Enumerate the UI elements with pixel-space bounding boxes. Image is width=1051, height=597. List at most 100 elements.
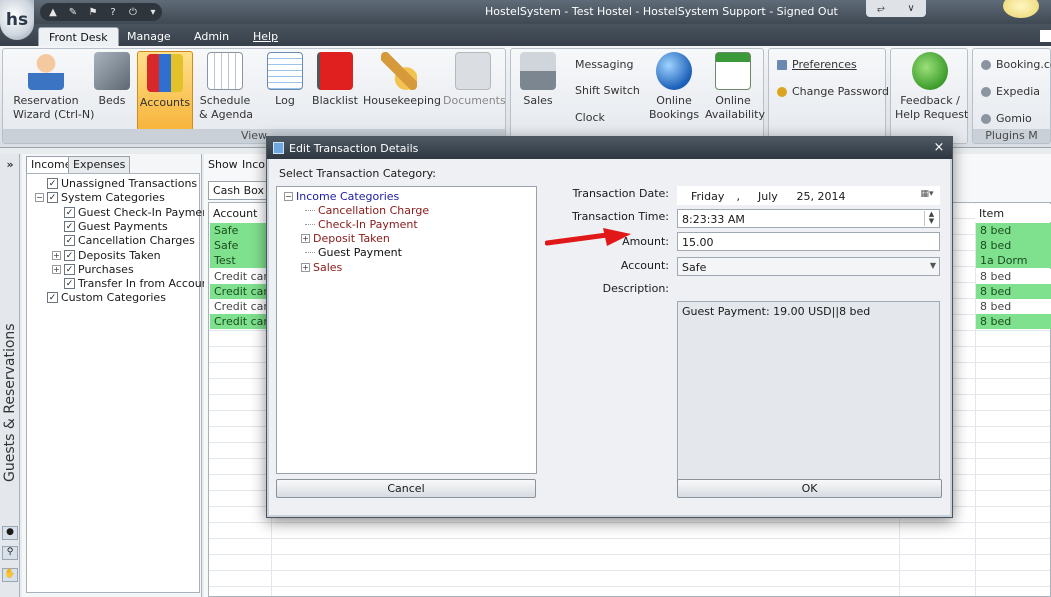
shift-switch-button[interactable]: Shift Switch: [575, 84, 640, 97]
online-availability-button[interactable]: Online Availability: [705, 52, 765, 122]
grid-cell-item[interactable]: 8 bed: [976, 314, 1051, 329]
user-orb[interactable]: [1003, 0, 1039, 18]
tree-item[interactable]: ✓ Custom Categories: [47, 291, 166, 304]
grid-cell-account[interactable]: Credit card: [210, 284, 270, 299]
clock-button[interactable]: Clock: [575, 111, 605, 124]
schedule-agenda-button[interactable]: Schedule & Agenda: [199, 52, 253, 122]
tab-help[interactable]: Help: [243, 27, 288, 46]
grid-cell-item[interactable]: 8 bed: [976, 238, 1051, 253]
checkbox[interactable]: ✓: [64, 235, 75, 246]
grid-cell-item[interactable]: 8 bed: [976, 269, 1051, 284]
checkbox[interactable]: ✓: [47, 292, 58, 303]
account-select[interactable]: Safe ▼: [677, 257, 940, 276]
tag-icon[interactable]: ⚑: [86, 6, 100, 18]
tree-item-income-categories[interactable]: − Income Categories: [284, 190, 399, 203]
tree-item-check-in-payment[interactable]: Check-In Payment: [305, 218, 418, 231]
grid-cell-account[interactable]: Safe: [210, 223, 270, 238]
tree-item[interactable]: − ✓ System Categories: [35, 191, 165, 204]
close-icon[interactable]: ×: [931, 140, 947, 156]
reservation-wizard-button[interactable]: Reservation Wizard (Ctrl-N): [13, 52, 94, 122]
sales-button[interactable]: Sales: [515, 52, 561, 108]
housekeeping-button[interactable]: Housekeeping: [363, 52, 441, 108]
calendar-dropdown-icon[interactable]: ▦▾: [917, 189, 937, 202]
show-filter[interactable]: Inco: [242, 158, 265, 171]
checkbox[interactable]: ✓: [47, 178, 58, 189]
tree-item[interactable]: + ✓ Purchases: [52, 263, 134, 276]
gomio-plugin-button[interactable]: Gomio: [981, 112, 1032, 125]
guests-reservations-label[interactable]: Guests & Reservations: [2, 323, 18, 482]
grid-cell-item[interactable]: 8 bed: [976, 284, 1051, 299]
plugin-icon: [981, 86, 991, 97]
tree-item[interactable]: ✓ Guest Payments: [64, 220, 168, 233]
blacklist-button[interactable]: Blacklist: [311, 52, 359, 108]
checkbox[interactable]: ✓: [64, 264, 75, 275]
help-icon[interactable]: ?: [106, 6, 120, 18]
cancel-button[interactable]: Cancel: [276, 479, 536, 498]
tree-item-deposit-taken[interactable]: + Deposit Taken: [301, 232, 390, 245]
grid-cell-account[interactable]: Test: [210, 253, 270, 268]
tree-item[interactable]: ✓ Cancellation Charges: [64, 234, 195, 247]
transaction-time-field[interactable]: 8:23:33 AM ▲ ▼: [677, 209, 940, 228]
amount-input[interactable]: 15.00: [677, 232, 940, 251]
checkbox[interactable]: ✓: [64, 278, 75, 289]
collapse-icon[interactable]: −: [284, 192, 293, 201]
expand-icon[interactable]: +: [52, 251, 61, 260]
log-button[interactable]: Log: [263, 52, 307, 108]
expedia-plugin-button[interactable]: Expedia: [981, 85, 1040, 98]
magnifier-icon[interactable]: ⚲: [2, 546, 18, 560]
beds-button[interactable]: Beds: [87, 52, 137, 108]
feedback-button[interactable]: Feedback / Help Request: [895, 52, 968, 122]
people-icon[interactable]: ●: [2, 526, 18, 540]
app-logo[interactable]: hs: [0, 0, 34, 40]
column-header-account[interactable]: Account: [209, 204, 271, 222]
messaging-button[interactable]: Messaging: [575, 58, 633, 71]
online-bookings-button[interactable]: Online Bookings: [649, 52, 699, 122]
edit-icon[interactable]: ✎: [66, 6, 80, 18]
tree-item-cancellation-charge[interactable]: Cancellation Charge: [305, 204, 429, 217]
grid-cell-account[interactable]: Safe: [210, 238, 270, 253]
documents-button[interactable]: Documents: [443, 52, 506, 108]
grid-cell-account[interactable]: Credit card: [210, 314, 270, 329]
grid-cell-item[interactable]: 8 bed: [976, 223, 1051, 238]
restore-icon[interactable]: ⥂: [866, 0, 896, 17]
expand-panel-button[interactable]: »: [2, 158, 18, 172]
expand-icon[interactable]: +: [52, 265, 61, 274]
tab-front-desk[interactable]: Front Desk: [38, 27, 119, 46]
grid-cell-account[interactable]: Credit card: [210, 269, 270, 284]
chevron-down-icon[interactable]: ∨: [896, 0, 926, 17]
change-password-button[interactable]: Change Password: [777, 85, 889, 98]
expand-icon[interactable]: +: [301, 263, 310, 272]
tree-item[interactable]: ✓ Unassigned Transactions: [47, 177, 197, 190]
tree-item-guest-payment[interactable]: Guest Payment: [305, 246, 402, 259]
tree-item[interactable]: ✓ Guest Check-In Payments: [64, 206, 219, 219]
preferences-button[interactable]: Preferences: [777, 58, 857, 71]
tree-item[interactable]: ✓ Transfer In from Account: [64, 277, 213, 290]
accounts-button[interactable]: Accounts: [137, 51, 193, 131]
bed-icon: [94, 52, 130, 90]
column-header-item[interactable]: Item: [975, 204, 1051, 222]
booking-plugin-button[interactable]: Booking.co: [981, 58, 1051, 71]
chevron-down-icon[interactable]: ▼: [930, 261, 936, 270]
tab-admin[interactable]: Admin: [184, 27, 239, 46]
tree-item-sales[interactable]: + Sales: [301, 261, 342, 274]
spinner-icon[interactable]: ▲ ▼: [924, 211, 938, 226]
checkbox[interactable]: ✓: [64, 250, 75, 261]
home-icon[interactable]: ▲: [46, 6, 60, 18]
checkbox[interactable]: ✓: [64, 221, 75, 232]
checkbox[interactable]: ✓: [47, 192, 58, 203]
tree-item[interactable]: + ✓ Deposits Taken: [52, 249, 161, 262]
power-icon[interactable]: ⏻: [126, 6, 140, 18]
expand-icon[interactable]: +: [301, 234, 310, 243]
collapse-icon[interactable]: −: [35, 193, 44, 202]
tab-manage[interactable]: Manage: [117, 27, 181, 46]
checkbox[interactable]: ✓: [64, 207, 75, 218]
description-textarea[interactable]: Guest Payment: 19.00 USD||8 bed: [677, 301, 940, 494]
dropdown-icon[interactable]: ▾: [146, 6, 160, 18]
transaction-date-picker[interactable]: Friday , July 25, 2014 ▦▾: [677, 186, 940, 205]
hand-icon[interactable]: ✋: [2, 568, 18, 582]
tab-expenses[interactable]: Expenses: [68, 156, 131, 173]
grid-cell-item[interactable]: 8 bed: [976, 299, 1051, 314]
grid-cell-item[interactable]: 1a Dorm: [976, 253, 1051, 268]
ok-button[interactable]: OK: [677, 479, 942, 498]
grid-cell-account[interactable]: Credit card: [210, 299, 270, 314]
